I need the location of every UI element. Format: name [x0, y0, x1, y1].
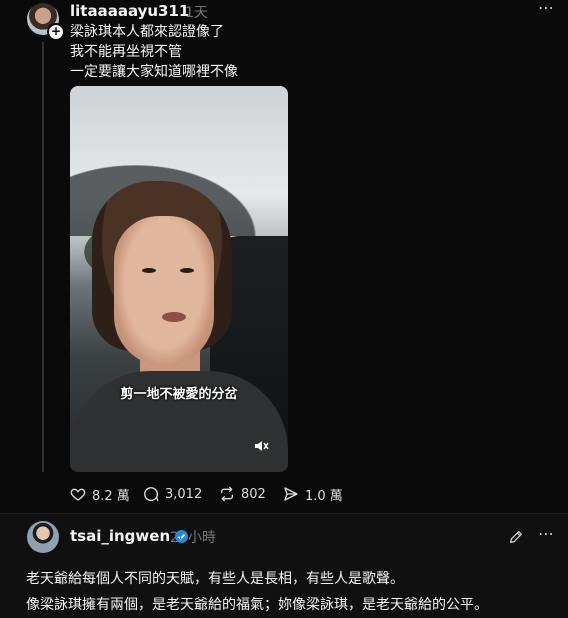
post-litaaaaayu311: + litaaaaayu311 1天 ⋯ 梁詠琪本人都來認證像了 我不能再坐視不…	[0, 0, 568, 513]
comment-button[interactable]: 3,012	[143, 485, 202, 503]
timestamp: 20小時	[170, 530, 216, 546]
username[interactable]: tsai_ingwen	[70, 527, 170, 545]
post-text: 老天爺給每個人不同的天賦，有些人是長相，有些人是歌聲。 像梁詠琪擁有兩個，是老天…	[26, 566, 488, 618]
post-divider	[0, 513, 568, 514]
post-text-line: 梁詠琪本人都來認證像了	[70, 24, 224, 40]
thread-line	[42, 42, 44, 472]
avatar[interactable]	[27, 521, 59, 553]
comment-icon	[144, 487, 159, 502]
share-button[interactable]: 1.0 萬	[283, 485, 343, 504]
post-text-line: 老天爺給每個人不同的天賦，有些人是長相，有些人是歌聲。	[26, 571, 404, 587]
more-icon[interactable]: ⋯	[538, 524, 555, 543]
username[interactable]: litaaaaayu311	[70, 2, 189, 20]
post-text-line: 一定要讓大家知道哪裡不像	[70, 64, 238, 80]
repost-button[interactable]: 802	[219, 485, 266, 503]
video-player[interactable]: 剪一地不被愛的分岔	[70, 86, 288, 472]
comment-count: 3,012	[165, 486, 203, 502]
share-icon	[284, 487, 298, 501]
follow-plus-icon[interactable]: +	[47, 23, 65, 41]
post-text-line: 像梁詠琪擁有兩個，是老天爺給的福氣；妳像梁詠琪，是老天爺給的公平。	[26, 597, 488, 613]
heart-icon	[70, 488, 86, 501]
post-text-line: 我不能再坐視不管	[70, 44, 182, 60]
video-person-face	[114, 216, 214, 366]
edit-icon[interactable]	[508, 529, 524, 545]
avatar[interactable]: +	[27, 3, 65, 41]
video-person-eye	[142, 268, 156, 273]
like-count: 8.2 萬	[92, 488, 130, 504]
repost-count: 802	[241, 486, 266, 502]
post-text: 梁詠琪本人都來認證像了 我不能再坐視不管 一定要讓大家知道哪裡不像	[70, 22, 238, 82]
video-person-eye	[180, 268, 194, 273]
video-caption: 剪一地不被愛的分岔	[120, 387, 238, 402]
timestamp: 1天	[185, 5, 208, 21]
mute-icon[interactable]	[253, 438, 269, 454]
video-person-mouth	[162, 312, 186, 322]
more-icon[interactable]: ⋯	[538, 0, 555, 17]
repost-icon	[221, 486, 233, 502]
like-button[interactable]: 8.2 萬	[70, 485, 130, 504]
share-count: 1.0 萬	[305, 488, 343, 504]
